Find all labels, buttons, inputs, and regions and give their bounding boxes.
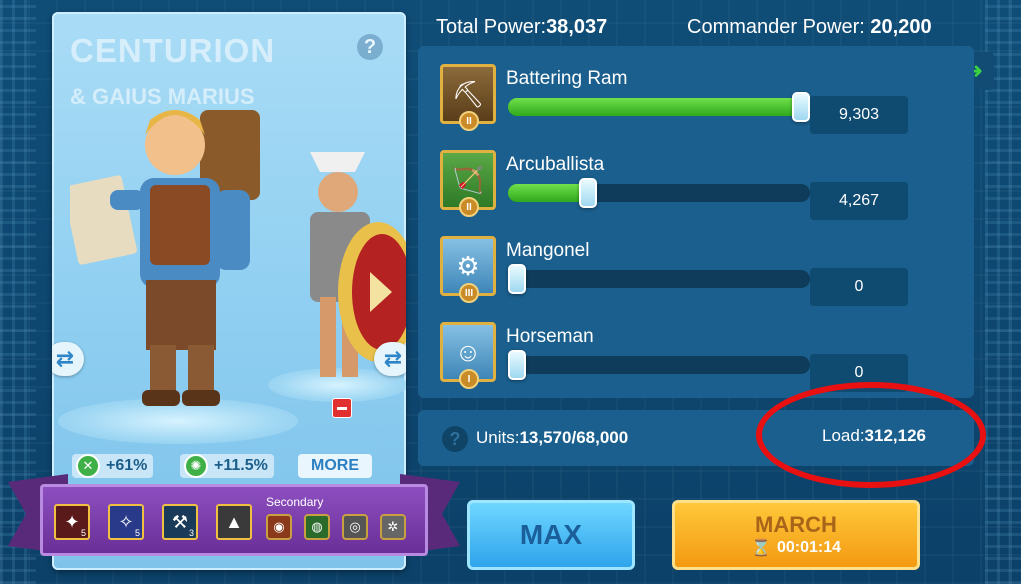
total-power: Total Power:38,037 — [436, 16, 607, 39]
units-info: Units:13,570/68,000 — [476, 428, 628, 448]
units-label: Units: — [476, 428, 520, 447]
battering-ram-icon: ⛏ II — [440, 64, 496, 131]
troop-row: ⛏ II Battering Ram 9,303 — [438, 56, 958, 138]
troop-slider[interactable] — [508, 264, 810, 294]
troop-name: Horseman — [506, 326, 594, 347]
troop-slider-thumb[interactable] — [508, 264, 526, 294]
help-icon[interactable]: ? — [442, 426, 468, 452]
troop-name: Battering Ram — [506, 68, 628, 89]
total-power-label: Total Power: — [436, 16, 547, 38]
march-label: MARCH — [755, 512, 837, 537]
troop-count[interactable]: 0 — [810, 268, 908, 306]
secondary-label: Secondary — [266, 495, 324, 509]
troop-slider[interactable] — [508, 178, 810, 208]
units-value: 13,570/68,000 — [519, 428, 629, 447]
skill-green-icon[interactable]: ◍ — [304, 514, 330, 540]
commander-power-label: Commander Power: — [687, 16, 871, 38]
troop-list: ⛏ II Battering Ram 9,303 🏹 II Arcuballista… — [418, 46, 974, 398]
troop-name: Arcuballista — [506, 154, 605, 175]
attack-bonus: ✕ +61% — [72, 454, 154, 478]
gear-icon: ✺ — [184, 454, 208, 478]
attack-bonus-value: +61% — [106, 457, 148, 474]
primary-commander-figure — [70, 110, 260, 406]
more-button[interactable]: MORE — [298, 454, 372, 478]
troop-slider-thumb[interactable] — [508, 350, 526, 380]
march-time-value: 00:01:14 — [776, 539, 841, 556]
skill-dark-icon[interactable]: ▲ — [216, 504, 252, 540]
attack-icon: ✕ — [76, 454, 100, 478]
march-time: ⌛ 00:01:14 — [751, 538, 841, 558]
march-button[interactable]: MARCH ⌛ 00:01:14 — [672, 500, 920, 570]
mangonel-icon: ⚙ III — [440, 236, 496, 303]
remove-secondary-button[interactable] — [332, 398, 352, 418]
gear-bonus-value: +11.5% — [214, 457, 268, 474]
arcuballista-icon: 🏹 II — [440, 150, 496, 217]
skill-pick-icon[interactable]: ⚒ 3 — [162, 504, 198, 540]
troop-name: Mangonel — [506, 240, 590, 261]
commander-title: CENTURION — [70, 32, 276, 69]
skill-blue-icon[interactable]: ✧ 5 — [108, 504, 144, 540]
troop-row: 🏹 II Arcuballista 4,267 — [438, 142, 958, 224]
horseman-icon: ☺ I — [440, 322, 496, 389]
troop-row: ⚙ III Mangonel 0 — [438, 228, 958, 310]
help-icon[interactable]: ? — [357, 34, 383, 60]
troop-slider-thumb[interactable] — [579, 178, 597, 208]
commander-power: Commander Power: 20,200 — [687, 16, 932, 39]
max-button[interactable]: MAX — [467, 500, 635, 570]
skill-swirl-icon[interactable]: ◎ — [342, 514, 368, 540]
troop-slider-fill — [508, 98, 801, 116]
troop-slider-thumb[interactable] — [792, 92, 810, 122]
skill-fire-icon[interactable]: ◉ — [266, 514, 292, 540]
troop-count[interactable]: 4,267 — [810, 182, 908, 220]
total-power-value: 38,037 — [546, 16, 608, 38]
troop-count[interactable]: 9,303 — [810, 96, 908, 134]
gear-bonus: ✺ +11.5% — [180, 454, 274, 478]
troop-slider-fill — [508, 184, 588, 202]
commander-power-value: 20,200 — [870, 16, 932, 38]
swap-right-button[interactable]: ⇄ — [374, 342, 406, 376]
troop-slider[interactable] — [508, 92, 810, 122]
load-highlight-annotation — [756, 382, 986, 488]
troop-slider[interactable] — [508, 350, 810, 380]
hourglass-icon: ⌛ — [751, 540, 771, 557]
skill-red-icon[interactable]: ✦ 5 — [54, 504, 90, 540]
skill-gear-icon[interactable]: ✲ — [380, 514, 406, 540]
